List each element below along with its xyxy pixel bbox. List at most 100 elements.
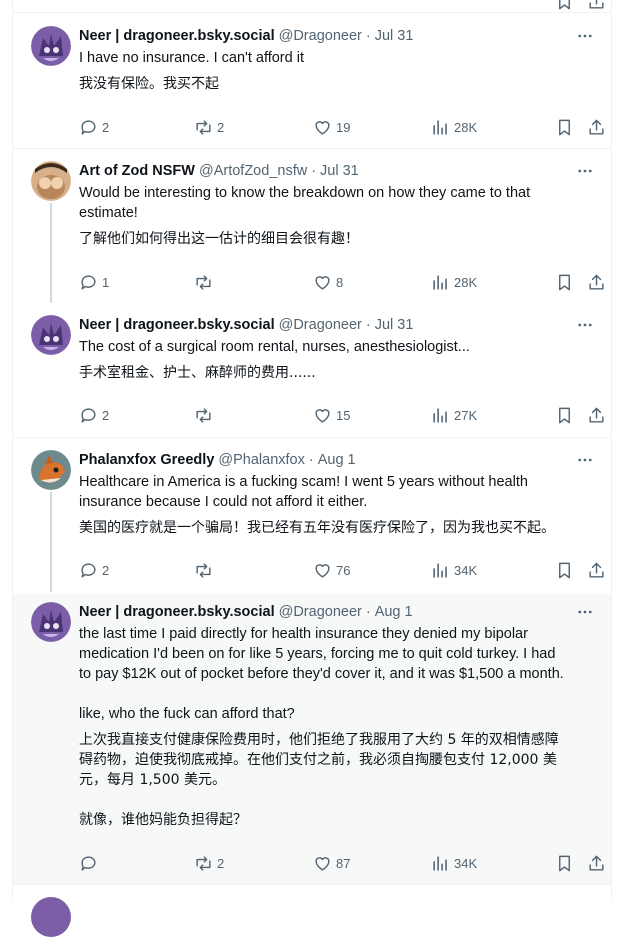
display-name[interactable]: Art of Zod NSFW — [79, 163, 195, 179]
reply-count: 2 — [102, 562, 110, 578]
ellipsis-icon — [578, 323, 592, 327]
more-options-button[interactable] — [575, 450, 595, 470]
more-options-button[interactable] — [575, 315, 595, 335]
tweet-date[interactable]: Aug 1 — [318, 452, 356, 468]
heart-icon — [315, 275, 330, 290]
bookmark-button[interactable] — [555, 852, 574, 874]
repost-icon — [196, 119, 211, 135]
tweet[interactable]: Neer | dragoneer.bsky.social @Dragoneer … — [13, 18, 611, 149]
share-icon — [589, 562, 604, 578]
bookmark-icon — [559, 855, 570, 871]
tweet[interactable]: Neer | dragoneer.bsky.social @Dragoneer … — [13, 594, 611, 884]
tweet-header: Neer | dragoneer.bsky.social @Dragoneer … — [79, 315, 595, 335]
heart-icon — [315, 408, 330, 423]
like-button[interactable]: 19 — [313, 116, 350, 138]
share-icon[interactable] — [587, 0, 606, 11]
display-name[interactable]: Neer | dragoneer.bsky.social — [79, 28, 275, 44]
previous-post-partial — [13, 0, 613, 12]
bookmark-button[interactable] — [555, 116, 574, 138]
like-button[interactable]: 15 — [313, 404, 350, 426]
bookmark-icon — [559, 407, 570, 423]
view-count: 34K — [454, 855, 478, 871]
views-button[interactable]: 34K — [431, 559, 477, 581]
view-count: 28K — [454, 274, 478, 290]
reply-button[interactable]: 2 — [79, 559, 109, 581]
reply-button[interactable]: 2 — [79, 404, 109, 426]
repost-button[interactable]: 2 — [194, 852, 224, 874]
comment-icon — [81, 562, 96, 578]
bookmark-button[interactable] — [555, 404, 574, 426]
display-name[interactable]: Phalanxfox Greedly — [79, 452, 214, 468]
view-count: 34K — [454, 562, 478, 578]
user-handle[interactable]: @Dragoneer — [279, 604, 362, 620]
views-button[interactable]: 28K — [431, 271, 477, 293]
repost-button[interactable]: 2 — [194, 116, 224, 138]
more-options-button[interactable] — [575, 26, 595, 46]
reply-button[interactable]: 1 — [79, 271, 109, 293]
tweet-paragraph: Would be interesting to know the breakdo… — [79, 185, 531, 221]
bookmark-icon[interactable] — [555, 0, 574, 11]
heart-icon — [315, 856, 330, 871]
tweet-date[interactable]: Jul 31 — [320, 163, 359, 179]
more-options-button[interactable] — [575, 161, 595, 181]
tweet-actions: 2 87 34K — [79, 852, 607, 874]
repost-button[interactable] — [194, 559, 217, 581]
share-button[interactable] — [587, 852, 606, 874]
ellipsis-icon — [578, 610, 592, 614]
repost-button[interactable] — [194, 271, 217, 293]
like-button[interactable]: 8 — [313, 271, 343, 293]
tweet-translation: 上次我直接支付健康保险费用时，他们拒绝了我服用了大约 5 年的双相情感障 碍药物… — [79, 732, 559, 788]
tweet[interactable]: Phalanxfox Greedly @Phalanxfox · Aug 1 H… — [13, 442, 611, 592]
avatar[interactable] — [31, 26, 71, 66]
tweet-date[interactable]: Jul 31 — [375, 317, 414, 333]
tweet-date[interactable]: Jul 31 — [375, 28, 414, 44]
like-button[interactable]: 87 — [313, 852, 350, 874]
bookmark-icon — [559, 562, 570, 578]
artist-avatar-image — [31, 161, 71, 201]
avatar[interactable] — [31, 602, 71, 642]
reply-button[interactable]: 2 — [79, 116, 109, 138]
views-button[interactable]: 34K — [431, 852, 477, 874]
share-icon — [589, 119, 604, 135]
user-handle[interactable]: @Phalanxfox — [218, 452, 304, 468]
share-button[interactable] — [587, 116, 606, 138]
bookmark-button[interactable] — [555, 271, 574, 293]
heart-icon — [315, 563, 330, 578]
tweet-paragraph: like, who the fuck can afford that? — [79, 706, 295, 722]
share-button[interactable] — [587, 404, 606, 426]
avatar[interactable] — [31, 161, 71, 201]
tweet-translation: 美国的医疗就是一个骗局！我已经有五年没有医疗保险了，因为我也买不起。 — [79, 520, 555, 536]
like-count: 8 — [336, 274, 344, 290]
repost-button[interactable] — [194, 404, 217, 426]
user-handle[interactable]: @Dragoneer — [279, 28, 362, 44]
share-button[interactable] — [587, 271, 606, 293]
tweet-date[interactable]: Aug 1 — [375, 604, 413, 620]
share-button[interactable] — [587, 559, 606, 581]
comment-icon — [81, 119, 96, 135]
avatar[interactable] — [31, 450, 71, 490]
user-handle[interactable]: @Dragoneer — [279, 317, 362, 333]
avatar[interactable] — [31, 897, 71, 937]
user-handle[interactable]: @ArtofZod_nsfw — [199, 163, 307, 179]
separator-dot: · — [365, 317, 371, 333]
reply-button[interactable] — [79, 852, 102, 874]
display-name[interactable]: Neer | dragoneer.bsky.social — [79, 604, 275, 620]
tweet[interactable]: Neer | dragoneer.bsky.social @Dragoneer … — [13, 307, 611, 438]
avatar[interactable] — [31, 315, 71, 355]
like-button[interactable]: 76 — [313, 559, 350, 581]
views-button[interactable]: 27K — [431, 404, 477, 426]
display-name[interactable]: Neer | dragoneer.bsky.social — [79, 317, 275, 333]
reply-count: 2 — [102, 407, 110, 423]
analytics-icon — [433, 407, 447, 423]
repost-icon — [196, 855, 211, 871]
tweet-translation: 了解他们如何得出这一估计的细目会很有趣！ — [79, 231, 359, 247]
reply-count: 2 — [102, 119, 110, 135]
bookmark-button[interactable] — [555, 559, 574, 581]
tweet[interactable]: Art of Zod NSFW @ArtofZod_nsfw · Jul 31 … — [13, 153, 611, 303]
views-button[interactable]: 28K — [431, 116, 477, 138]
analytics-icon — [433, 562, 447, 578]
share-icon — [589, 274, 604, 290]
tweet-paragraph: Healthcare in America is a fucking scam!… — [79, 474, 528, 510]
more-options-button[interactable] — [575, 602, 595, 622]
tweet-header: Neer | dragoneer.bsky.social @Dragoneer … — [79, 602, 595, 622]
